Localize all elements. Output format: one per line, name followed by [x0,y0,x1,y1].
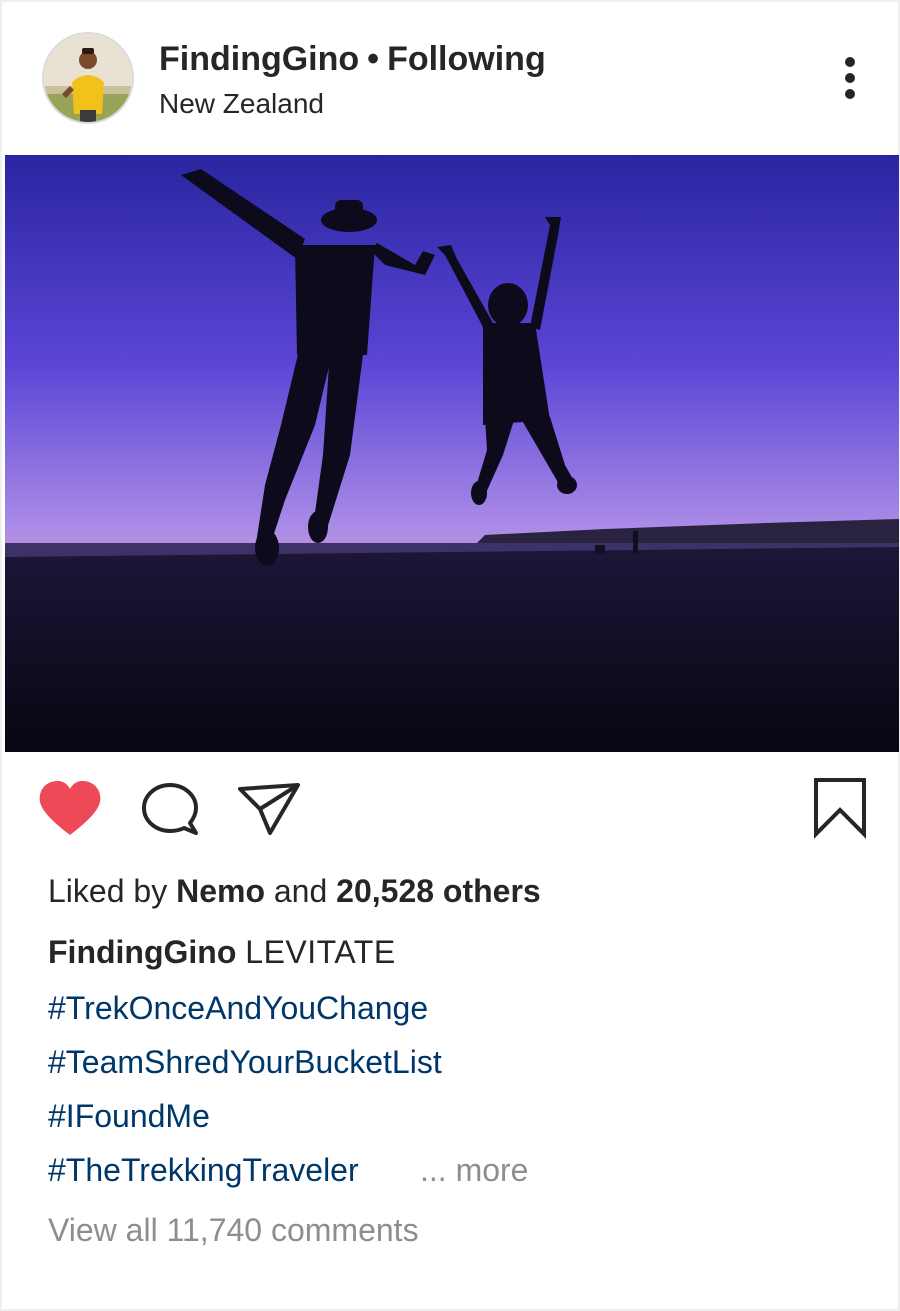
first-liker-link[interactable]: Nemo [176,873,265,909]
more-options-button[interactable] [828,52,872,104]
separator-dot: • [367,40,380,78]
location-link[interactable]: New Zealand [159,88,324,120]
share-button[interactable] [234,779,304,839]
more-caption-link[interactable]: ... more [420,1152,528,1189]
post-card: FindingGino • Following New Zealand Like… [0,0,900,1311]
hashtag-link[interactable]: #IFoundMe [48,1098,210,1135]
view-all-comments-link[interactable]: View all 11,740 comments [48,1212,419,1249]
silhouette-jump-photo [5,155,899,752]
post-header: FindingGino • Following New Zealand [2,2,900,154]
like-button[interactable] [36,779,104,839]
caption-text: LEVITATE [245,934,396,970]
more-vertical-icon-dot [845,89,855,99]
more-vertical-icon [845,57,855,67]
save-button[interactable] [808,774,872,840]
avatar[interactable] [42,32,134,124]
likes-summary[interactable]: Liked by Nemo and 20,528 others [48,873,541,910]
likes-prefix: Liked by [48,873,168,909]
hashtag-link[interactable]: #TeamShredYourBucketList [48,1044,442,1081]
comment-button[interactable] [138,779,202,839]
bookmark-icon [814,778,866,839]
comment-icon [142,783,198,835]
send-icon [238,783,300,835]
username-link[interactable]: FindingGino [159,40,359,78]
following-button[interactable]: Following [387,40,546,78]
caption: FindingGino LEVITATE [48,934,396,971]
heart-filled-icon [39,781,101,835]
hashtag-link[interactable]: #TheTrekkingTraveler [48,1152,359,1189]
more-vertical-icon-dot [845,73,855,83]
likes-count[interactable]: 20,528 others [336,873,541,909]
user-line: FindingGino • Following [159,40,546,79]
post-photo[interactable] [5,155,899,752]
caption-author-link[interactable]: FindingGino [48,934,236,970]
avatar-photo [44,34,132,122]
hashtag-link[interactable]: #TrekOnceAndYouChange [48,990,428,1027]
likes-conjunction: and [273,873,328,909]
